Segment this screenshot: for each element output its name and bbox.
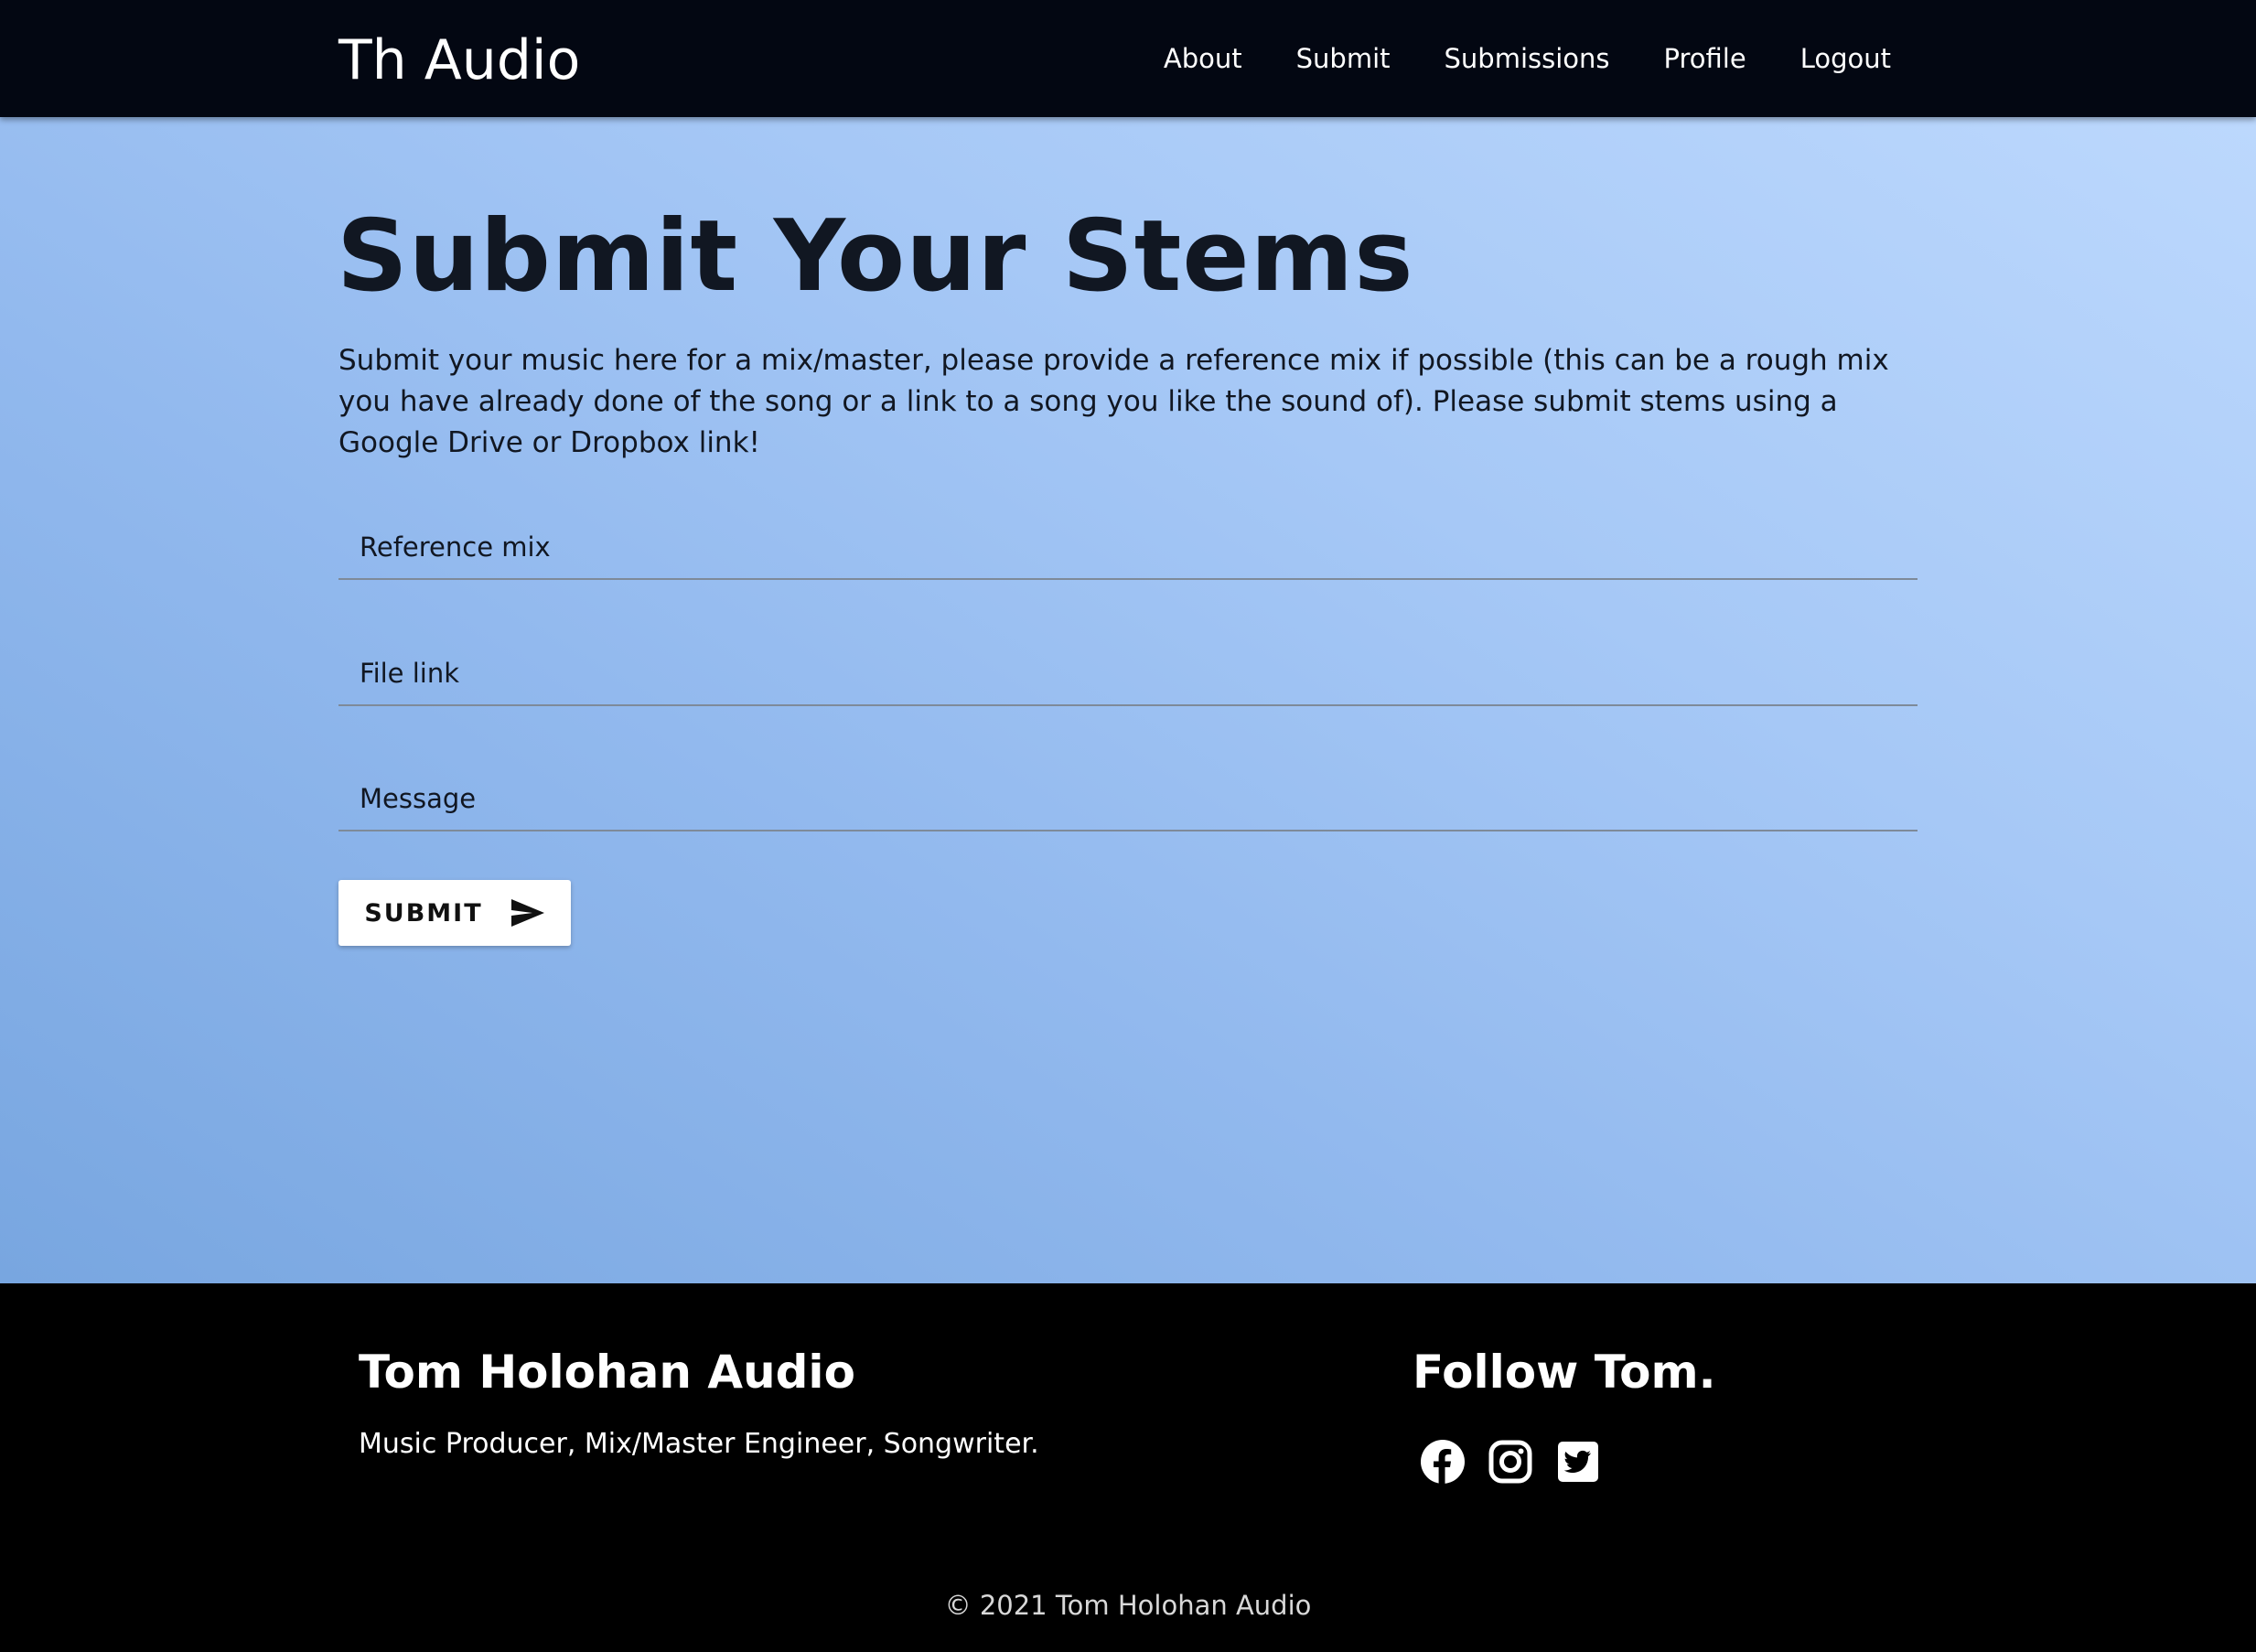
submit-button-label: SUBMIT [364, 898, 483, 928]
copyright-text: © 2021 Tom Holohan Audio [944, 1590, 1312, 1621]
message-field-wrapper [338, 767, 1918, 831]
file-link-input[interactable] [338, 642, 1918, 704]
nav-link-submit[interactable]: Submit [1296, 40, 1391, 77]
message-input[interactable] [338, 767, 1918, 830]
send-icon [510, 897, 545, 928]
nav-link-about[interactable]: About [1164, 40, 1242, 77]
top-navbar: Th Audio About Submit Submissions Profil… [0, 0, 2256, 117]
reference-mix-input[interactable] [338, 516, 1918, 578]
facebook-icon[interactable] [1420, 1439, 1466, 1485]
reference-mix-field-wrapper [338, 516, 1918, 580]
follow-title: Follow Tom. [1413, 1346, 1716, 1399]
social-links [1420, 1439, 1601, 1485]
instagram-icon[interactable] [1488, 1439, 1533, 1485]
main-content: Submit Your Stems Submit your music here… [0, 117, 2256, 1283]
twitter-icon[interactable] [1555, 1439, 1601, 1485]
submit-button[interactable]: SUBMIT [338, 880, 571, 946]
nav-link-profile[interactable]: Profile [1664, 40, 1746, 77]
footer-title: Tom Holohan Audio [359, 1346, 855, 1399]
footer-tagline: Music Producer, Mix/Master Engineer, Son… [359, 1428, 1039, 1460]
page-title: Submit Your Stems [337, 199, 1414, 314]
brand-logo[interactable]: Th Audio [338, 27, 580, 93]
footer: Tom Holohan Audio Music Producer, Mix/Ma… [0, 1283, 2256, 1652]
file-link-field-wrapper [338, 642, 1918, 706]
nav-link-submissions[interactable]: Submissions [1445, 40, 1610, 77]
intro-text: Submit your music here for a mix/master,… [338, 344, 1889, 459]
nav-link-logout[interactable]: Logout [1800, 40, 1891, 77]
nav-menu: About Submit Submissions Profile Logout [1110, 40, 1891, 77]
